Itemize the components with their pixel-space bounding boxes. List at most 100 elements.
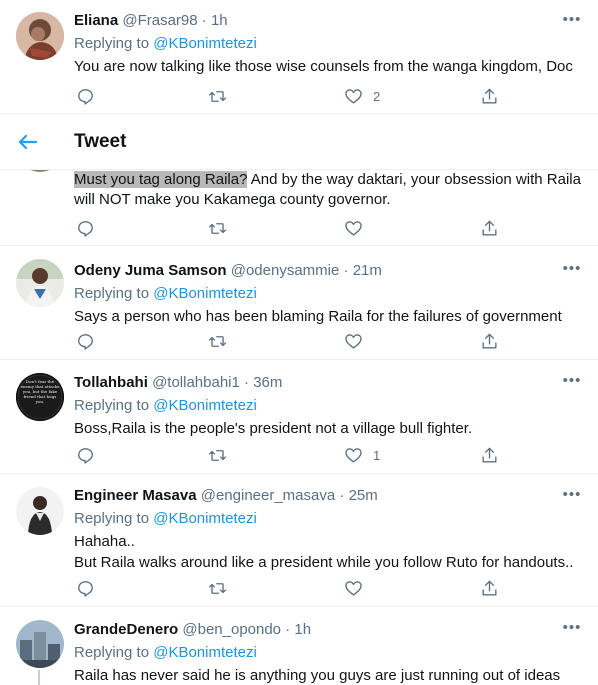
share-button[interactable] bbox=[480, 445, 499, 465]
display-name[interactable]: Tollahbahi bbox=[74, 374, 148, 391]
tweet-header: Odeny Juma Samson @odenysammie · 21m bbox=[74, 261, 582, 281]
replying-to: Replying to @KBonimtetezi bbox=[74, 34, 582, 54]
mention-link[interactable]: @KBonimtetezi bbox=[153, 35, 257, 52]
more-options-icon[interactable]: ••• bbox=[562, 260, 582, 280]
retweet-button[interactable] bbox=[208, 578, 227, 598]
share-icon bbox=[482, 88, 497, 104]
more-options-icon[interactable]: ••• bbox=[562, 372, 582, 392]
tweet-actions bbox=[74, 218, 514, 238]
thread-line bbox=[38, 670, 40, 685]
retweet-icon bbox=[208, 335, 227, 347]
timestamp[interactable]: 1h bbox=[211, 12, 228, 29]
avatar[interactable] bbox=[16, 12, 64, 60]
tweet-eliana[interactable]: Eliana @Frasar98 · 1h Replying to @KBoni… bbox=[0, 0, 598, 114]
timestamp[interactable]: 21m bbox=[353, 262, 382, 279]
tweet-grandedenero[interactable]: GrandeDenero @ben_opondo · 1h Replying t… bbox=[0, 608, 598, 685]
tweet-header: Engineer Masava @engineer_masava · 25m bbox=[74, 486, 582, 506]
tweet-text-line2: will NOT make you Kakamega county govern… bbox=[74, 191, 391, 208]
like-count: 2 bbox=[373, 88, 381, 104]
tweet-text: You are now talking like those wise coun… bbox=[74, 58, 573, 75]
reply-button[interactable] bbox=[76, 578, 95, 598]
share-button[interactable] bbox=[480, 86, 499, 106]
tweet-engineer-masava[interactable]: Engineer Masava @engineer_masava · 25m R… bbox=[0, 475, 598, 607]
user-handle[interactable]: @Frasar98 bbox=[122, 12, 197, 29]
like-count: 1 bbox=[373, 447, 381, 463]
mention-link[interactable]: @KBonimtetezi bbox=[153, 285, 257, 302]
replying-to-label: Replying to bbox=[74, 397, 154, 414]
retweet-button[interactable] bbox=[208, 86, 227, 106]
mention-link[interactable]: @KBonimtetezi bbox=[153, 644, 257, 661]
tweet-text: Must you tag along Raila? And by the way… bbox=[74, 170, 582, 190]
tweet-text-line1: And by the way daktari, your obsession w… bbox=[247, 171, 581, 188]
avatar[interactable] bbox=[16, 620, 64, 668]
separator-dot: · bbox=[285, 621, 291, 638]
display-name[interactable]: Odeny Juma Samson bbox=[74, 262, 227, 279]
user-handle[interactable]: @ben_opondo bbox=[182, 621, 281, 638]
reply-icon bbox=[78, 88, 93, 105]
retweet-icon bbox=[208, 222, 227, 234]
tweet-header: Eliana @Frasar98 · 1h bbox=[74, 11, 582, 31]
like-button[interactable]: 2 bbox=[344, 86, 380, 106]
tweet-text: Raila has never said he is anything you … bbox=[74, 667, 561, 684]
heart-icon bbox=[345, 333, 362, 349]
tweet-odeny[interactable]: Odeny Juma Samson @odenysammie · 21m Rep… bbox=[0, 247, 598, 360]
tweet-text-line2: But Raila walks around like a president … bbox=[74, 554, 574, 571]
tweet-actions bbox=[74, 578, 514, 598]
replying-to: Replying to @KBonimtetezi bbox=[74, 509, 582, 529]
tweet-text-line1: Hahaha.. bbox=[74, 533, 135, 550]
tweet-actions bbox=[74, 331, 514, 351]
user-handle[interactable]: @engineer_masava bbox=[201, 487, 335, 504]
reply-button[interactable] bbox=[76, 86, 95, 106]
replying-to-label: Replying to bbox=[74, 510, 154, 527]
timestamp[interactable]: 36m bbox=[253, 374, 282, 391]
avatar[interactable]: Don't fear the enemy that attacks you, b… bbox=[16, 373, 64, 421]
tweet-header: GrandeDenero @ben_opondo · 1h bbox=[74, 620, 582, 640]
retweet-icon bbox=[208, 449, 227, 461]
heart-icon bbox=[345, 88, 362, 104]
more-options-icon[interactable]: ••• bbox=[562, 619, 582, 639]
retweet-button[interactable] bbox=[208, 218, 227, 238]
display-name[interactable]: GrandeDenero bbox=[74, 621, 178, 638]
reply-icon bbox=[78, 447, 93, 464]
avatar[interactable] bbox=[16, 487, 64, 535]
tweet-tollahbahi[interactable]: Don't fear the enemy that attacks you, b… bbox=[0, 361, 598, 474]
mention-link[interactable]: @KBonimtetezi bbox=[153, 510, 257, 527]
replying-to: Replying to @KBonimtetezi bbox=[74, 396, 582, 416]
heart-icon bbox=[345, 580, 362, 596]
tweet-actions: 1 bbox=[74, 445, 514, 465]
reply-button[interactable] bbox=[76, 331, 95, 351]
user-handle[interactable]: @tollahbahi1 bbox=[152, 374, 240, 391]
retweet-icon bbox=[208, 582, 227, 594]
reply-button[interactable] bbox=[76, 218, 95, 238]
share-button[interactable] bbox=[480, 218, 499, 238]
replying-to-label: Replying to bbox=[74, 644, 154, 661]
tweet-text: Boss,Raila is the people's president not… bbox=[74, 420, 473, 437]
retweet-button[interactable] bbox=[208, 331, 227, 351]
more-options-icon[interactable]: ••• bbox=[562, 486, 582, 506]
share-icon bbox=[482, 580, 497, 596]
like-button[interactable] bbox=[344, 218, 363, 238]
replying-to-label: Replying to bbox=[74, 35, 154, 52]
share-icon bbox=[482, 220, 497, 236]
display-name[interactable]: Engineer Masava bbox=[74, 487, 197, 504]
user-handle[interactable]: @odenysammie bbox=[231, 262, 340, 279]
replying-to: Replying to @KBonimtetezi bbox=[74, 643, 582, 663]
timestamp[interactable]: 1h bbox=[294, 621, 311, 638]
reply-icon bbox=[78, 580, 93, 597]
share-button[interactable] bbox=[480, 331, 499, 351]
separator-dot: · bbox=[343, 262, 349, 279]
mention-link[interactable]: @KBonimtetezi bbox=[153, 397, 257, 414]
share-icon bbox=[482, 333, 497, 349]
retweet-button[interactable] bbox=[208, 445, 227, 465]
display-name[interactable]: Eliana bbox=[74, 12, 118, 29]
like-button[interactable] bbox=[344, 331, 363, 351]
reply-button[interactable] bbox=[76, 445, 95, 465]
back-arrow-icon[interactable] bbox=[16, 130, 40, 154]
separator-dot: · bbox=[201, 12, 207, 29]
timestamp[interactable]: 25m bbox=[349, 487, 378, 504]
share-button[interactable] bbox=[480, 578, 499, 598]
like-button[interactable] bbox=[344, 578, 363, 598]
more-options-icon[interactable]: ••• bbox=[562, 11, 582, 31]
like-button[interactable]: 1 bbox=[344, 445, 380, 465]
avatar[interactable] bbox=[16, 259, 64, 307]
